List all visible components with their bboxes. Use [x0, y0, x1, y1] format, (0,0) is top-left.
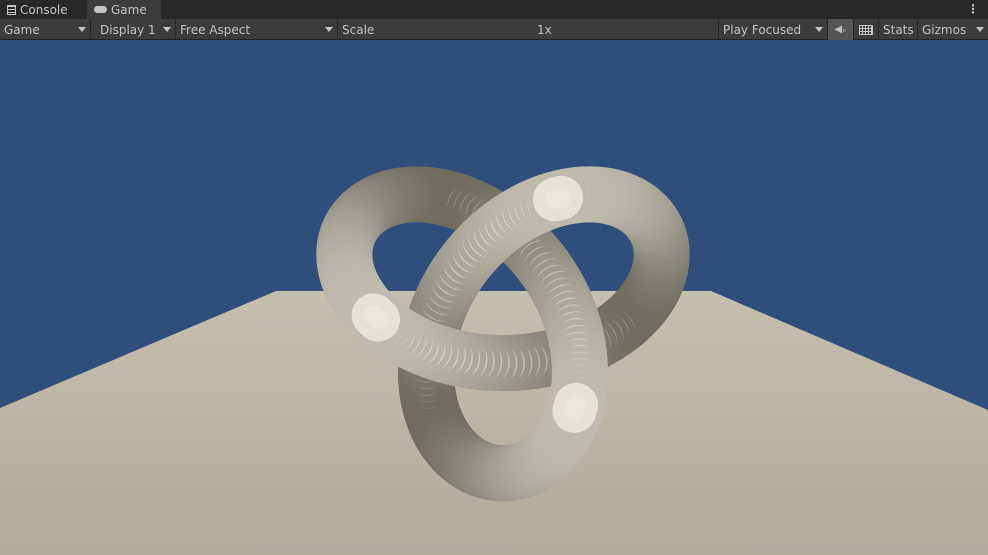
chevron-down-icon — [976, 27, 984, 32]
display-label: Display 1 — [100, 22, 156, 37]
chevron-down-icon — [815, 27, 823, 32]
gizmos-label: Gizmos — [922, 22, 967, 37]
keyboard-shortcuts-button[interactable] — [854, 19, 879, 40]
game-toolbar: Game Display 1 Free Aspect Scale 1x Play… — [0, 19, 988, 54]
chevron-down-icon — [78, 27, 86, 32]
tab-bar: Console Game ⋮ — [0, 0, 988, 19]
gamepad-icon — [94, 6, 107, 13]
scale-label: Scale — [342, 22, 375, 37]
tab-console[interactable]: Console — [0, 0, 75, 19]
mute-audio-button[interactable]: ◀ₓ — [828, 19, 854, 40]
view-select-label: Game — [4, 22, 40, 37]
chevron-down-icon — [163, 27, 171, 32]
stats-button[interactable]: Stats — [879, 19, 918, 40]
tab-label: Console — [20, 2, 68, 17]
console-icon — [7, 4, 16, 15]
knot-segment — [564, 395, 587, 421]
keyboard-icon — [859, 24, 873, 35]
scale-control: Scale 1x — [338, 19, 719, 40]
stats-label: Stats — [883, 22, 914, 37]
display-dropdown[interactable]: Display 1 — [91, 19, 176, 40]
knot-segment — [363, 305, 389, 330]
tab-label: Game — [111, 2, 147, 17]
gizmos-dropdown[interactable]: Gizmos — [918, 19, 988, 40]
aspect-label: Free Aspect — [180, 22, 251, 37]
mute-audio-icon: ◀ₓ — [834, 24, 847, 35]
more-options-icon[interactable]: ⋮ — [967, 2, 979, 16]
view-select-dropdown[interactable]: Game — [0, 19, 91, 40]
tab-game[interactable]: Game — [87, 0, 161, 19]
scale-value: 1x — [537, 22, 552, 37]
play-mode-label: Play Focused — [723, 22, 802, 37]
knot-segment — [544, 187, 571, 210]
game-viewport[interactable] — [0, 40, 988, 555]
play-mode-dropdown[interactable]: Play Focused — [719, 19, 828, 40]
chevron-down-icon — [325, 27, 333, 32]
aspect-dropdown[interactable]: Free Aspect — [176, 19, 338, 40]
